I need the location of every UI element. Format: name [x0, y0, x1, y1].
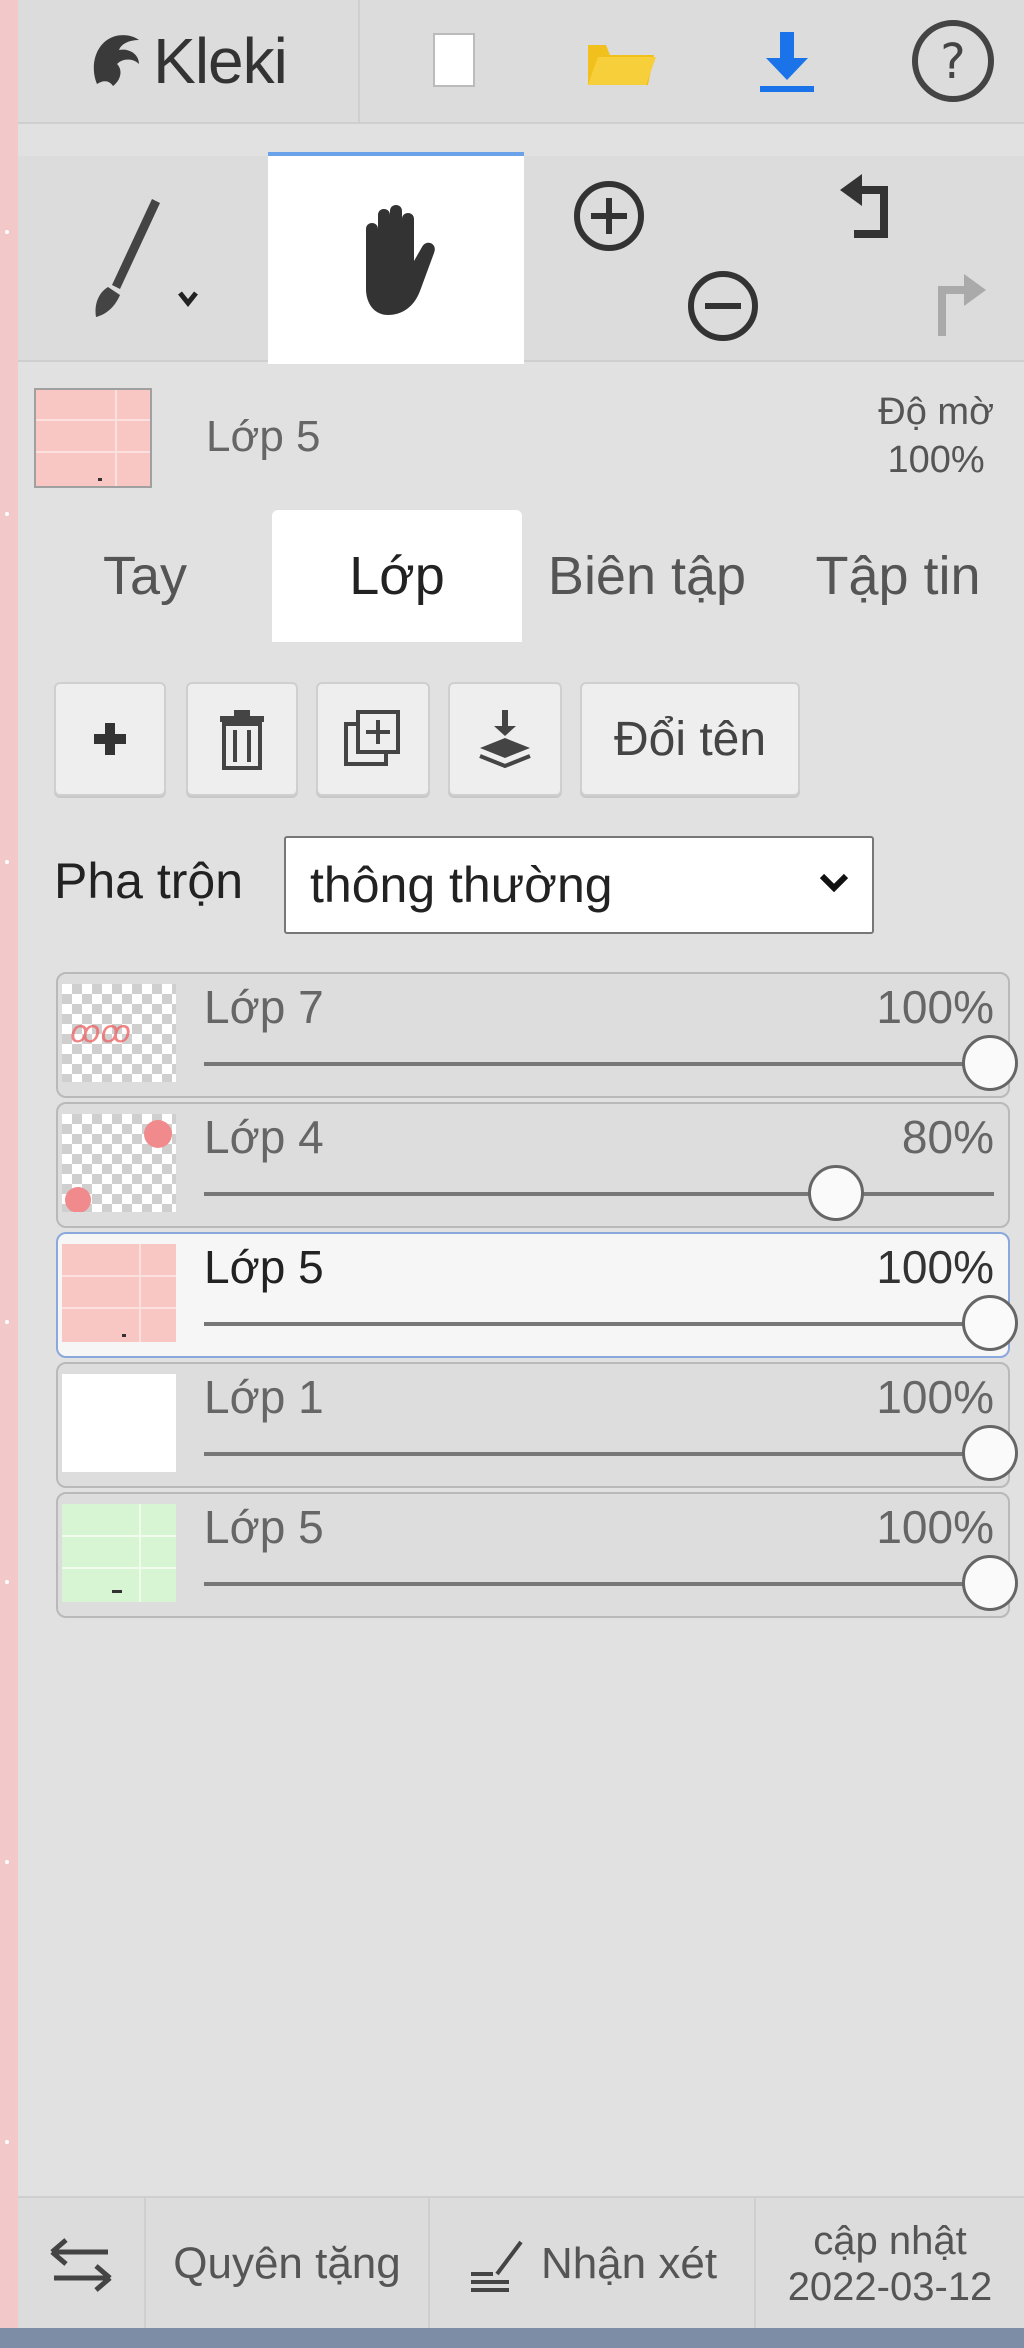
new-document-icon [433, 33, 475, 87]
open-file-button[interactable] [538, 0, 704, 122]
current-layer-thumbnail [34, 388, 152, 488]
delete-layer-button[interactable] [186, 682, 298, 796]
slider-knob[interactable] [962, 1555, 1018, 1611]
zoom-in-button[interactable] [544, 156, 674, 276]
swap-icon [50, 2238, 112, 2292]
redo-icon [938, 274, 986, 336]
layer-item[interactable]: ꝏꝏ Lớp 7 100% [56, 972, 1018, 1098]
rename-label: Đổi tên [613, 712, 767, 766]
updated-label: cập nhật [813, 2219, 967, 2263]
tab-hand[interactable]: Tay [18, 510, 272, 642]
layer-opacity: 100% [876, 1371, 994, 1423]
current-layer-opacity: Độ mờ 100% [878, 388, 994, 484]
plus-icon [94, 723, 126, 755]
changelog-link[interactable]: cập nhật 2022-03-12 [756, 2198, 1024, 2330]
save-button[interactable] [704, 0, 870, 122]
new-image-button[interactable] [372, 0, 538, 122]
layer-name: Lớp 1 [204, 1371, 324, 1423]
redo-button[interactable] [898, 256, 1018, 356]
donate-label: Quyên tặng [173, 2239, 401, 2288]
tool-row [18, 152, 1024, 364]
undo-icon [840, 174, 888, 238]
merge-down-icon [479, 710, 531, 769]
trash-icon [220, 710, 264, 770]
canvas-edge [0, 0, 20, 2348]
layer-item[interactable]: Lớp 4 80% [56, 1102, 1010, 1228]
blend-mode-value: thông thường [310, 857, 613, 913]
slider-knob[interactable] [962, 1295, 1018, 1351]
duplicate-icon [344, 710, 400, 766]
help-icon: ? [912, 20, 994, 102]
current-layer-preview: Lớp 5 Độ mờ 100% [18, 362, 1024, 510]
opacity-slider[interactable] [204, 1425, 1018, 1481]
layer-opacity: 100% [876, 1501, 994, 1553]
swap-side-button[interactable] [18, 2198, 146, 2330]
window-bottom-edge [0, 2328, 1024, 2348]
tab-edit[interactable]: Biên tập [522, 510, 772, 642]
slider-knob[interactable] [808, 1165, 864, 1221]
bottom-bar: Quyên tặng Nhận xét cập nhật 2022-03-12 [18, 2196, 1024, 2330]
updated-date: 2022-03-12 [787, 2265, 993, 2309]
layer-item[interactable]: Lớp 1 100% [56, 1362, 1018, 1488]
layers-panel: Đổi tên Pha trộn thông thường ꝏꝏ Lớp 7 1… [18, 642, 1024, 2188]
blend-mode-label: Pha trộn [54, 853, 244, 909]
layer-name: Lớp 5 [204, 1241, 324, 1293]
side-panel: Kleki ? Lớp 5 Độ mờ 100% Tay Lớp Biên tậ… [18, 0, 1024, 2348]
folder-icon [588, 45, 656, 85]
opacity-label: Độ mờ [878, 391, 994, 433]
brush-icon [95, 199, 198, 317]
zoom-out-icon [688, 271, 758, 341]
opacity-slider[interactable] [204, 1035, 1018, 1091]
svg-text:?: ? [940, 34, 965, 90]
layer-opacity: 80% [901, 1111, 994, 1163]
opacity-slider[interactable] [204, 1295, 1018, 1351]
duplicate-layer-button[interactable] [316, 682, 430, 796]
opacity-slider[interactable] [204, 1555, 1018, 1611]
slider-knob[interactable] [962, 1425, 1018, 1481]
layer-thumbnail [62, 1504, 176, 1602]
layer-thumbnail [62, 1244, 176, 1342]
add-layer-button[interactable] [54, 682, 166, 796]
top-bar: Kleki ? [18, 0, 1024, 124]
tab-file[interactable]: Tập tin [772, 510, 1024, 642]
merge-down-button[interactable] [448, 682, 562, 796]
donate-button[interactable]: Quyên tặng [146, 2198, 430, 2330]
kleki-logo-icon [93, 35, 140, 86]
layer-item-selected[interactable]: Lớp 5 100% [56, 1232, 1018, 1358]
hand-icon [366, 205, 435, 315]
opacity-value: 100% [887, 439, 985, 481]
slider-knob[interactable] [962, 1035, 1018, 1091]
layer-thumbnail [62, 1374, 176, 1472]
rename-layer-button[interactable]: Đổi tên [580, 682, 800, 796]
tab-bar: Tay Lớp Biên tập Tập tin [18, 510, 1024, 644]
layer-item[interactable]: Lớp 5 100% [56, 1492, 1018, 1618]
brush-tool-button[interactable] [18, 156, 268, 360]
layer-name: Lớp 5 [204, 1501, 324, 1553]
zoom-out-button[interactable] [658, 256, 788, 356]
layer-name: Lớp 4 [204, 1111, 324, 1163]
chevron-down-icon [819, 873, 849, 893]
hand-tool-button[interactable] [268, 152, 524, 364]
blend-mode-select[interactable]: thông thường [284, 836, 874, 934]
feedback-icon [470, 2240, 523, 2292]
kleki-logo[interactable]: Kleki [18, 0, 360, 122]
feedback-label: Nhận xét [540, 2239, 718, 2288]
feedback-button[interactable]: Nhận xét [430, 2198, 756, 2330]
help-button[interactable]: ? [870, 0, 1024, 122]
layer-thumbnail: ꝏꝏ [62, 984, 176, 1082]
current-layer-name: Lớp 5 [206, 412, 321, 461]
layer-opacity: 100% [876, 1241, 994, 1293]
opacity-slider[interactable] [204, 1165, 994, 1221]
download-icon [760, 32, 814, 92]
layer-thumbnail [62, 1114, 176, 1213]
layer-name: Lớp 7 [204, 981, 324, 1033]
tab-layers[interactable]: Lớp [272, 510, 522, 642]
layer-opacity: 100% [876, 981, 994, 1033]
zoom-in-icon [574, 181, 644, 251]
undo-button[interactable] [808, 156, 928, 270]
logo-text: Kleki [153, 25, 288, 97]
svg-text:ꝏꝏ: ꝏꝏ [70, 1015, 131, 1050]
